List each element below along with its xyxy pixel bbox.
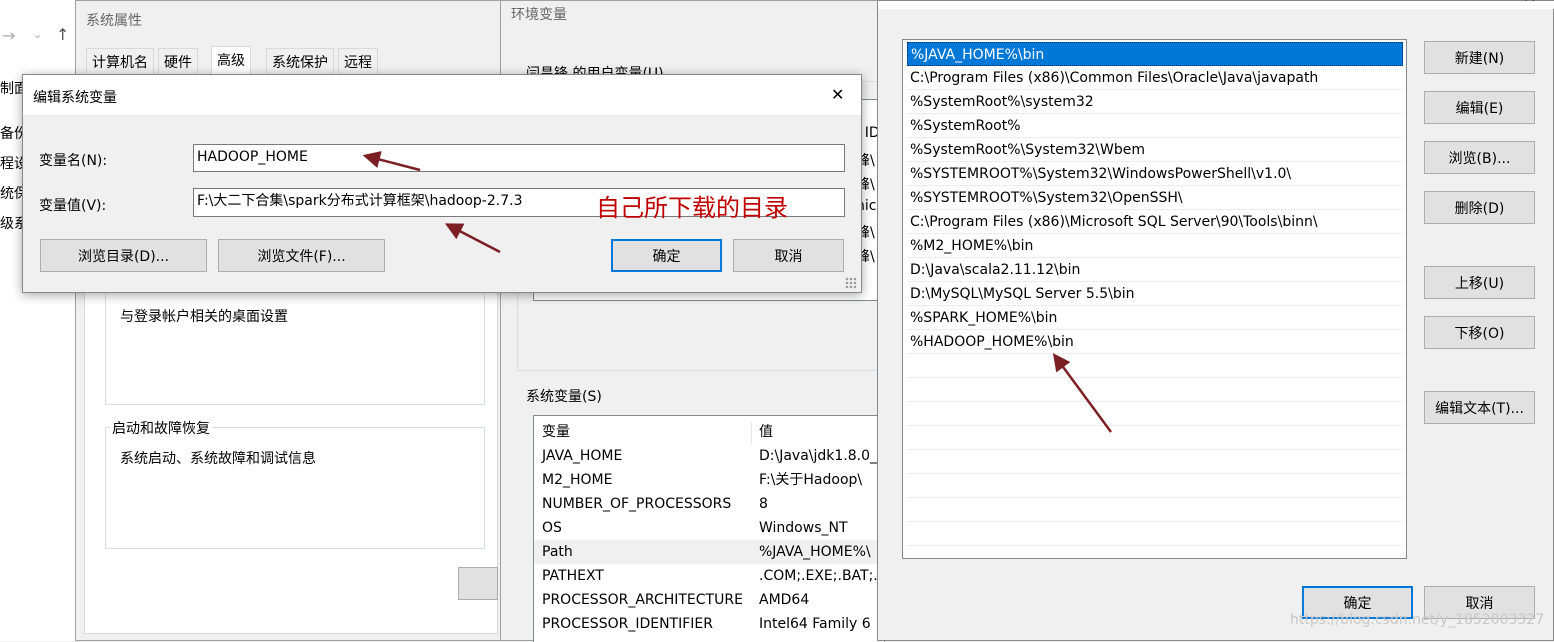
arrow-to-value-field [444,223,501,254]
annotation-arrows [362,151,1113,433]
watermark: https://blog.csdn.net/y_1852003327 [1290,612,1545,628]
arrow-to-name-field [362,151,421,172]
arrow-to-hadoop-entry [1052,353,1113,433]
